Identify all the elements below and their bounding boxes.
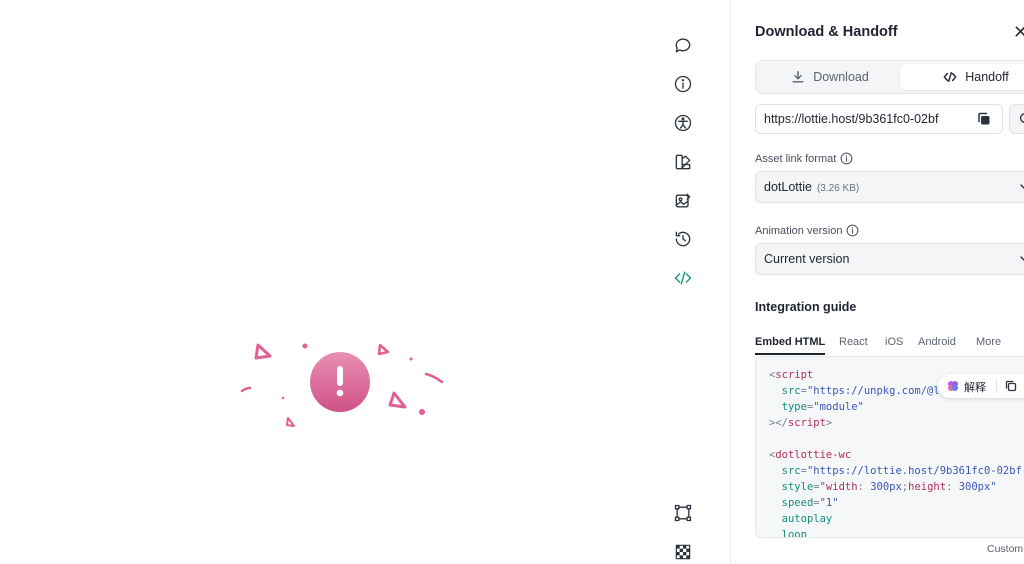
animation-canvas[interactable] — [0, 0, 660, 563]
asset-link-format-select[interactable]: dotLottie (3.26 KB) — [755, 171, 1024, 203]
code-snippet[interactable]: <script src="https://unpkg.com/@lo type=… — [755, 356, 1024, 538]
animation-version-select[interactable]: Current version — [755, 243, 1024, 275]
tab-handoff-label: Handoff — [965, 70, 1009, 84]
close-icon[interactable]: ✕ — [1013, 22, 1024, 42]
brain-icon[interactable] — [946, 379, 960, 393]
tab-ios[interactable]: iOS — [885, 336, 903, 353]
error-illustration — [240, 343, 444, 427]
animation-version-text: Animation version — [755, 224, 843, 237]
asset-link-format-text: Asset link format — [755, 152, 837, 165]
accessibility-icon[interactable] — [671, 111, 695, 135]
code-icon — [943, 71, 957, 83]
refresh-icon — [1019, 113, 1024, 123]
tab-react[interactable]: React — [839, 336, 868, 353]
download-icon — [792, 71, 804, 83]
info-icon[interactable] — [840, 152, 853, 165]
tab-handoff[interactable]: Handoff — [900, 64, 1024, 90]
transparency-grid-icon[interactable] — [671, 540, 695, 564]
refresh-button[interactable] — [1009, 104, 1024, 134]
history-icon[interactable] — [671, 227, 695, 251]
format-value: dotLottie — [764, 180, 812, 194]
tab-embed-html[interactable]: Embed HTML — [755, 336, 826, 355]
integration-tabs: Embed HTML React iOS Android More — [755, 336, 1024, 356]
asset-url-field[interactable]: https://lottie.host/9b361fc0-02bf — [755, 104, 1003, 134]
tab-download-label: Download — [813, 70, 869, 84]
copy-icon[interactable] — [1004, 379, 1018, 393]
animation-version-label: Animation version — [755, 224, 859, 237]
explain-toolbar: 解释 — [938, 374, 1024, 398]
comment-icon[interactable] — [671, 33, 695, 57]
tab-download[interactable]: Download — [760, 64, 900, 90]
format-size: (3.26 KB) — [816, 183, 860, 194]
image-icon[interactable] — [671, 189, 695, 213]
divider — [996, 379, 997, 393]
info-icon[interactable] — [671, 72, 695, 96]
panel-title: Download & Handoff — [755, 24, 898, 40]
version-value: Current version — [764, 252, 850, 266]
asset-link-format-label: Asset link format — [755, 152, 853, 165]
chevron-down-icon — [1020, 256, 1024, 261]
copy-icon[interactable] — [976, 111, 992, 127]
download-handoff-panel: Download & Handoff ✕ Download Handoff ht… — [730, 0, 1024, 563]
explain-button[interactable]: 解释 — [964, 379, 986, 395]
tab-more[interactable]: More — [976, 336, 1001, 353]
integration-guide-title: Integration guide — [755, 300, 857, 314]
chevron-down-icon — [1020, 184, 1024, 189]
tool-rail — [660, 0, 730, 563]
bounding-box-icon[interactable] — [671, 501, 695, 525]
info-icon[interactable] — [846, 224, 859, 237]
code-icon[interactable] — [671, 266, 695, 290]
mode-switch: Download Handoff — [755, 60, 1024, 94]
tab-android[interactable]: Android — [918, 336, 956, 353]
theme-icon[interactable] — [671, 150, 695, 174]
asset-url-text[interactable]: https://lottie.host/9b361fc0-02bf — [764, 112, 959, 126]
custom-link[interactable]: Custom — [987, 543, 1023, 555]
